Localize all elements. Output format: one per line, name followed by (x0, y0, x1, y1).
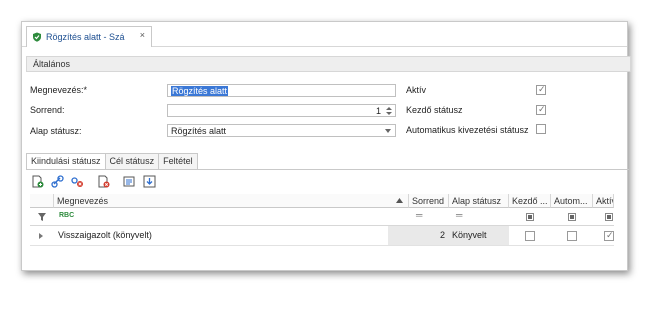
row-order: 2 (439, 230, 445, 240)
general-form: Megnevezés:* Rögzítés alatt Sorrend: 1 A… (26, 71, 629, 145)
unlink-button[interactable] (70, 174, 85, 189)
row-expand-icon[interactable] (39, 233, 43, 239)
active-checkbox[interactable] (536, 84, 546, 95)
base-status-value: Rögzítés alatt (171, 126, 227, 136)
link-icon (51, 174, 64, 188)
base-status-label: Alap státusz: (30, 126, 82, 136)
start-status-checkbox[interactable] (536, 104, 546, 115)
document-tab-bar: Rögzítés alatt - Szá × (22, 22, 627, 47)
shield-icon (33, 32, 41, 42)
column-header-auto[interactable]: Autom... (551, 194, 593, 208)
column-header-start[interactable]: Kezdő ... (509, 194, 551, 208)
auto-status-checkbox[interactable] (536, 124, 546, 134)
auto-status-label: Automatikus kivezetési státusz (406, 125, 529, 135)
document-tab-title: Rögzítés alatt - Szá (46, 32, 125, 42)
table-row[interactable]: Visszaigazolt (könyvelt) 2 Könyvelt (30, 226, 614, 246)
filter-equals-order[interactable]: ═ (416, 210, 422, 220)
close-icon[interactable]: × (140, 30, 145, 40)
edit-icon (123, 176, 135, 186)
order-label: Sorrend: (30, 105, 65, 115)
status-grid: Megnevezés Sorrend Alap státusz Kezdő ..… (30, 194, 614, 270)
source-status-panel: Megnevezés Sorrend Alap státusz Kezdő ..… (26, 169, 629, 271)
filter-icon (38, 213, 46, 221)
export-button[interactable] (142, 174, 157, 189)
base-status-select[interactable]: Rögzítés alatt (167, 124, 396, 137)
row-auto-checkbox[interactable] (567, 231, 577, 241)
export-icon (143, 175, 156, 187)
filter-row: RBC ═ ═ (30, 209, 614, 226)
order-stepper[interactable]: 1 (167, 104, 396, 117)
unlink-icon (71, 176, 83, 187)
filter-active-checkbox[interactable] (605, 213, 613, 221)
delete-icon (98, 175, 110, 187)
name-value: Rögzítés alatt (171, 86, 229, 96)
add-icon (32, 175, 44, 187)
row-active-checkbox[interactable] (604, 230, 614, 241)
column-header-active[interactable]: Aktív (593, 194, 614, 208)
filter-equals-base-status[interactable]: ═ (456, 210, 462, 220)
sub-tabs: Kiindulási státusz Cél státusz Feltétel (26, 153, 198, 170)
order-value: 1 (375, 106, 381, 116)
filter-rbc-icon[interactable]: RBC (59, 212, 74, 219)
start-status-label: Kezdő státusz (406, 105, 463, 115)
tab-target-status[interactable]: Cél státusz (105, 153, 160, 170)
row-start-checkbox[interactable] (525, 231, 535, 241)
name-label: Megnevezés:* (30, 85, 88, 95)
column-header-name-label: Megnevezés (57, 196, 109, 206)
link-button[interactable] (50, 174, 65, 189)
row-indicator-header (30, 194, 54, 208)
tab-condition[interactable]: Feltétel (159, 153, 198, 170)
add-button[interactable] (30, 174, 45, 189)
grid-toolbar (30, 172, 157, 190)
general-group-header: Általános (26, 56, 631, 72)
filter-auto-checkbox[interactable] (568, 213, 576, 221)
row-base-status: Könyvelt (452, 230, 487, 240)
column-header-base-status[interactable]: Alap státusz (449, 194, 509, 208)
delete-button[interactable] (96, 174, 111, 189)
filter-start-checkbox[interactable] (526, 213, 534, 221)
app-window: Rögzítés alatt - Szá × Általános Megneve… (21, 21, 631, 271)
sort-asc-icon (396, 198, 403, 203)
name-field[interactable]: Rögzítés alatt (167, 84, 396, 97)
tab-source-status[interactable]: Kiindulási státusz (26, 153, 106, 170)
edit-button[interactable] (122, 174, 137, 189)
column-header-order[interactable]: Sorrend (409, 194, 449, 208)
document-tab[interactable]: Rögzítés alatt - Szá × (26, 26, 152, 47)
active-label: Aktív (406, 85, 427, 95)
row-name: Visszaigazolt (könyvelt) (58, 230, 152, 240)
chevron-down-icon (385, 129, 391, 133)
row-base-status-cell: Könyvelt (449, 226, 509, 245)
column-header-name[interactable]: Megnevezés (54, 194, 409, 208)
stepper-arrows-icon[interactable] (386, 106, 392, 116)
row-order-cell: 2 (388, 226, 449, 245)
